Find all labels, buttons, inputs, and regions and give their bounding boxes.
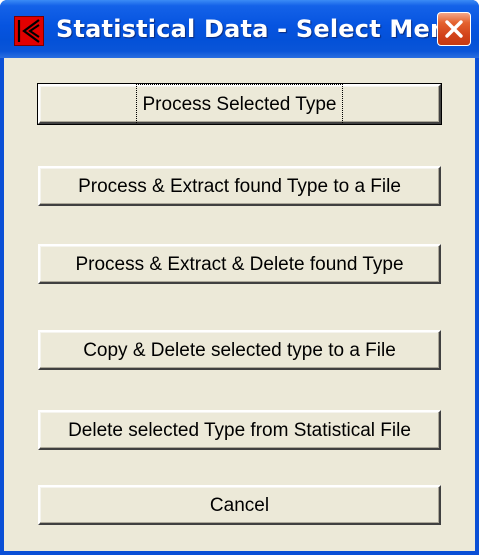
cancel-button[interactable]: Cancel: [38, 485, 441, 525]
button-label: Copy & Delete selected type to a File: [83, 339, 396, 361]
app-k-logo-icon: [14, 16, 44, 46]
close-icon: [445, 20, 463, 38]
k-logo-glyph: [17, 19, 40, 43]
button-label: Process & Extract found Type to a File: [78, 175, 401, 197]
title-bar[interactable]: Statistical Data - Select Menu: [0, 0, 479, 58]
window-title: Statistical Data - Select Menu: [56, 15, 465, 43]
close-button[interactable]: [437, 12, 471, 46]
button-label: Cancel: [209, 494, 270, 516]
dialog-body: Process Selected Type Process & Extract …: [4, 58, 475, 551]
button-label: Delete selected Type from Statistical Fi…: [68, 419, 411, 441]
button-label: Process Selected Type: [135, 83, 344, 125]
process-selected-type-button[interactable]: Process Selected Type: [37, 83, 442, 125]
process-extract-to-file-button[interactable]: Process & Extract found Type to a File: [38, 166, 441, 206]
copy-delete-to-file-button[interactable]: Copy & Delete selected type to a File: [38, 330, 441, 370]
button-label: Process & Extract & Delete found Type: [75, 253, 404, 275]
process-extract-delete-button[interactable]: Process & Extract & Delete found Type: [38, 244, 441, 284]
delete-from-statistical-file-button[interactable]: Delete selected Type from Statistical Fi…: [38, 410, 441, 450]
dialog-window: Statistical Data - Select Menu Process S…: [0, 0, 479, 555]
